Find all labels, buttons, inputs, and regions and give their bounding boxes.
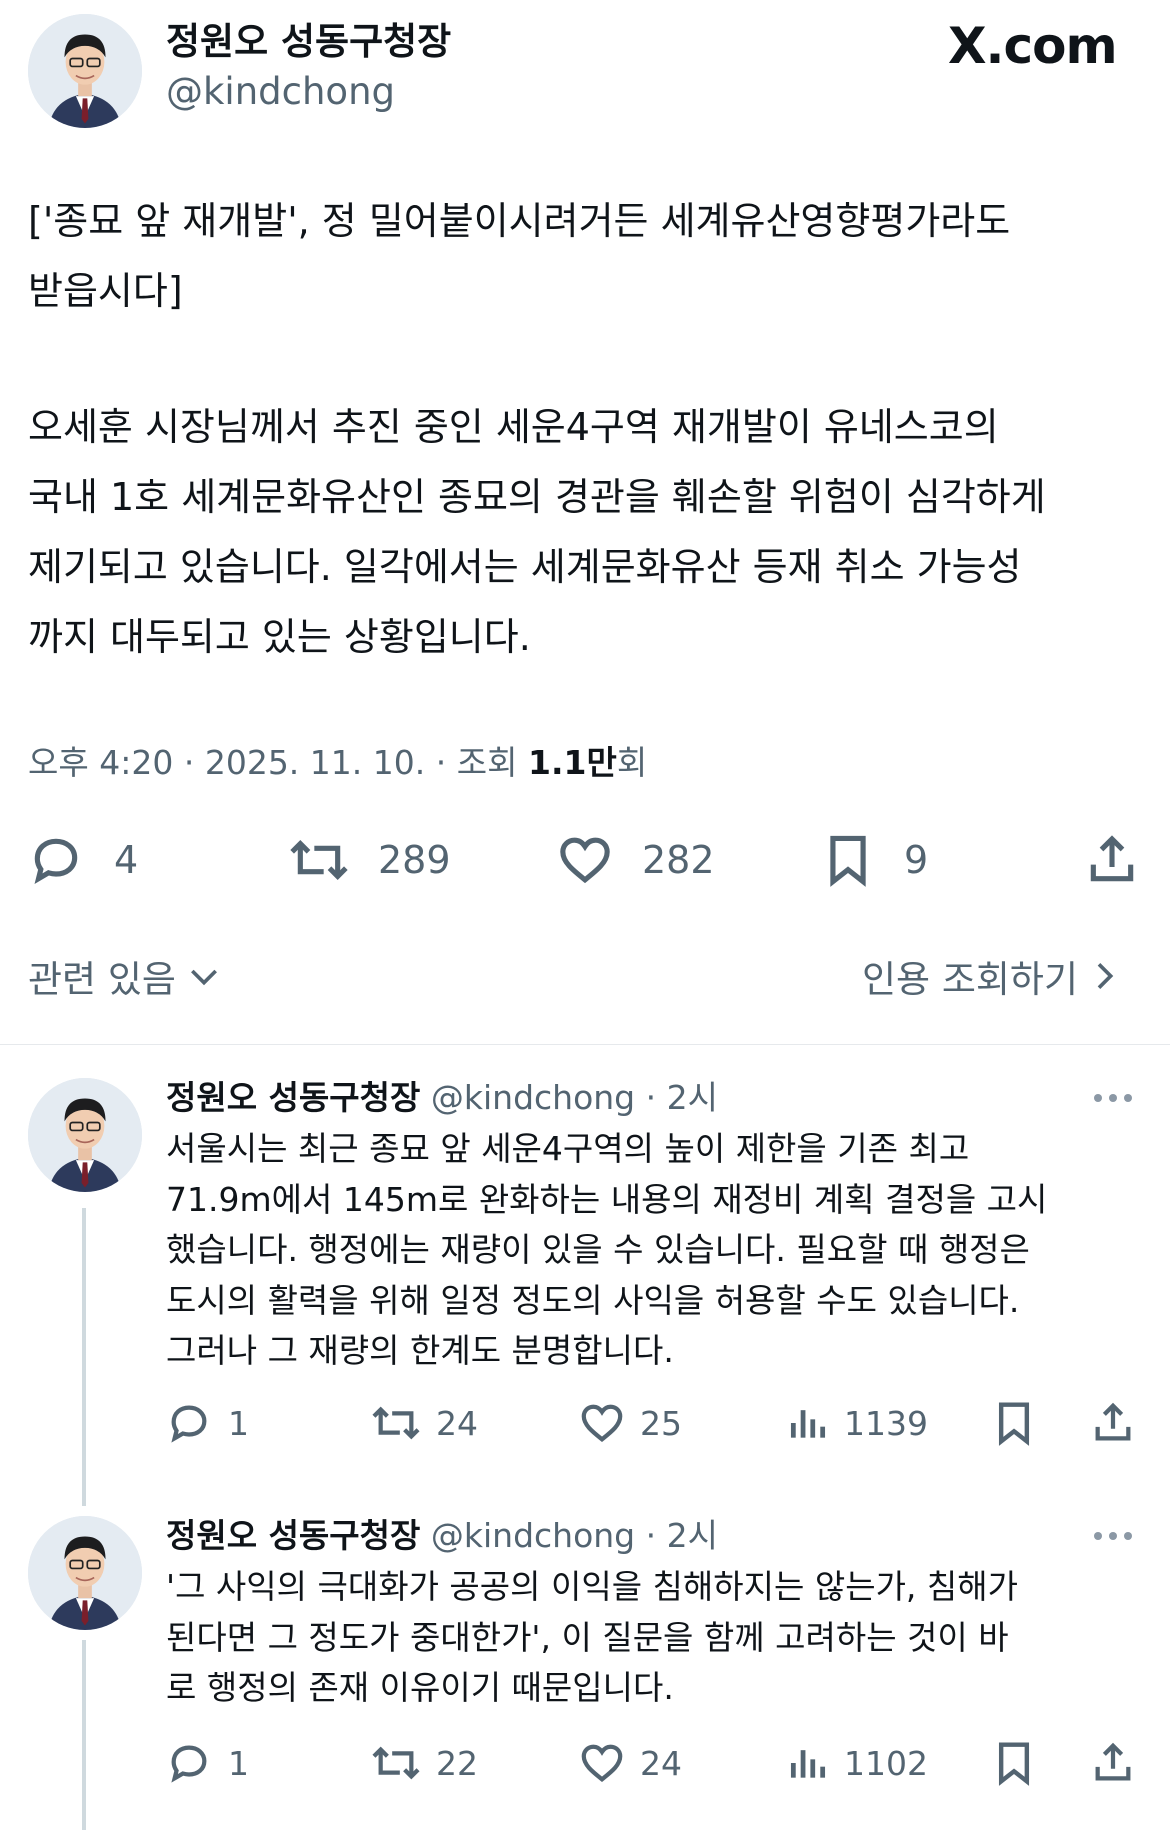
reply-count: 4	[114, 838, 139, 882]
chevron-right-icon	[1097, 963, 1114, 989]
reply-reply-button[interactable]: 1	[166, 1400, 249, 1446]
retweet-count: 289	[378, 838, 451, 882]
tweet-headline: ['종묘 앞 재개발', 정 밀어붙이시려거든 세계유산영향평가라도 받읍시다]	[28, 199, 1011, 313]
reply-author-name[interactable]: 정원오 성동구청장	[166, 1078, 420, 1117]
like-count: 24	[640, 1743, 682, 1783]
bookmark-button[interactable]: 9	[822, 832, 928, 888]
reply-count: 1	[228, 1403, 249, 1443]
bookmark-icon	[830, 835, 866, 887]
reply-views-button[interactable]: 1139	[786, 1400, 928, 1446]
retweet-icon	[290, 840, 348, 880]
bookmark-count: 9	[904, 838, 929, 882]
reply-button[interactable]: 4	[28, 832, 138, 888]
meta-separator: ·	[435, 743, 447, 782]
reply-author-name[interactable]: 정원오 성동구청장	[166, 1516, 420, 1555]
views-suffix: 회	[616, 743, 648, 782]
reply-time[interactable]: · 2시	[646, 1078, 718, 1117]
reply-avatar[interactable]	[28, 1516, 142, 1630]
author-handle[interactable]: @kindchong	[166, 66, 395, 118]
reply-reply-button[interactable]: 1	[166, 1740, 249, 1786]
reply-header: 정원오 성동구청장 @kindchong · 2시	[166, 1074, 718, 1122]
more-icon[interactable]	[1094, 1532, 1132, 1540]
views-count: 1102	[844, 1743, 928, 1783]
share-icon	[1095, 1742, 1131, 1781]
reply-retweet-button[interactable]: 24	[368, 1400, 478, 1446]
reply-text: '그 사익의 극대화가 공공의 이익을 침해하지는 않는가, 침해가 된다면 그…	[166, 1567, 1018, 1707]
reply-share-button[interactable]	[1090, 1740, 1136, 1786]
like-count: 25	[640, 1403, 682, 1443]
retweet-button[interactable]: 289	[286, 832, 451, 888]
avatar-portrait-icon	[28, 14, 142, 128]
more-icon[interactable]	[1094, 1094, 1132, 1102]
reply-icon	[34, 838, 78, 884]
reply-like-button[interactable]: 24	[578, 1740, 682, 1786]
tweet-date[interactable]: 2025. 11. 10.	[205, 743, 425, 782]
reply-time[interactable]: · 2시	[646, 1516, 718, 1555]
views-icon	[790, 1750, 826, 1778]
reply-like-button[interactable]: 25	[578, 1400, 682, 1446]
share-icon	[1090, 835, 1134, 882]
reply-author-handle[interactable]: @kindchong	[431, 1516, 635, 1555]
retweet-icon	[372, 1746, 420, 1780]
retweet-count: 22	[436, 1743, 478, 1783]
share-button[interactable]	[1084, 832, 1140, 888]
share-icon	[1095, 1402, 1131, 1441]
related-dropdown[interactable]: 관련 있음	[28, 950, 224, 1002]
author-avatar[interactable]	[28, 14, 142, 128]
views-label: 조회	[456, 743, 518, 782]
meta-separator: ·	[183, 743, 195, 782]
view-quotes-link[interactable]: 인용 조회하기	[862, 950, 1124, 1002]
retweet-count: 24	[436, 1403, 478, 1443]
reply-header: 정원오 성동구청장 @kindchong · 2시	[166, 1512, 718, 1560]
heart-icon	[581, 1744, 623, 1782]
reply-text: 서울시는 최근 종묘 앞 세운4구역의 높이 제한을 기존 최고 71.9m에서…	[166, 1129, 1048, 1370]
tweet-body: 오세훈 시장님께서 추진 중인 세운4구역 재개발이 유네스코의 국내 1호 세…	[28, 405, 1046, 659]
view-quotes-label: 인용 조회하기	[862, 958, 1079, 1001]
views-icon	[790, 1410, 826, 1438]
bookmark-icon	[998, 1742, 1030, 1786]
tweet-time[interactable]: 오후 4:20	[28, 743, 173, 782]
like-button[interactable]: 282	[556, 832, 715, 888]
reply-count: 1	[228, 1743, 249, 1783]
brand-watermark: X.com	[948, 17, 1118, 75]
bookmark-icon	[998, 1402, 1030, 1446]
heart-icon	[581, 1404, 623, 1442]
views-count: 1139	[844, 1403, 928, 1443]
reply-retweet-button[interactable]: 22	[368, 1740, 478, 1786]
tweet-meta: 오후 4:20 · 2025. 11. 10. · 조회 1.1만회	[28, 740, 647, 786]
reply-icon	[171, 1745, 207, 1783]
heart-icon	[560, 837, 610, 884]
avatar-portrait-icon	[28, 1078, 142, 1192]
avatar-portrait-icon	[28, 1516, 142, 1630]
reply-views-button[interactable]: 1102	[786, 1740, 928, 1786]
reply-bookmark-button[interactable]	[992, 1740, 1036, 1786]
author-name[interactable]: 정원오 성동구청장	[166, 16, 451, 68]
reply-avatar[interactable]	[28, 1078, 142, 1192]
retweet-icon	[372, 1406, 420, 1440]
reply-icon	[171, 1405, 207, 1443]
views-value: 1.1만	[527, 743, 617, 782]
section-divider	[0, 1044, 1170, 1045]
like-count: 282	[642, 838, 715, 882]
thread-connector	[82, 1208, 86, 1506]
reply-share-button[interactable]	[1090, 1400, 1136, 1446]
chevron-down-icon	[190, 969, 217, 986]
thread-connector	[82, 1640, 86, 1830]
reply-bookmark-button[interactable]	[992, 1400, 1036, 1446]
reply-author-handle[interactable]: @kindchong	[431, 1078, 635, 1117]
related-label: 관련 있음	[28, 958, 176, 1001]
